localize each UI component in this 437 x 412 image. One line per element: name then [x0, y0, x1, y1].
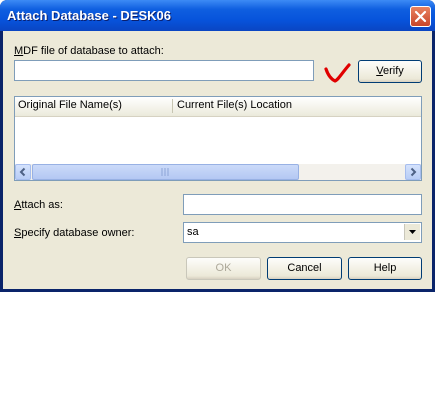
red-check-annotation: [324, 63, 351, 83]
column-original-file-names[interactable]: Original File Name(s): [18, 99, 122, 111]
cancel-button[interactable]: Cancel: [267, 257, 342, 280]
database-owner-value: sa: [187, 226, 199, 238]
grip-icon: [161, 168, 169, 176]
attach-as-label: Attach as:: [14, 199, 63, 211]
list-header: Original File Name(s) Current File(s) Lo…: [15, 97, 421, 117]
column-current-file-location[interactable]: Current File(s) Location: [177, 99, 292, 111]
chevron-left-icon: [19, 167, 26, 177]
mdf-file-input[interactable]: [14, 60, 314, 81]
window-title: Attach Database - DESK06: [7, 8, 171, 23]
help-button[interactable]: Help: [348, 257, 422, 280]
horizontal-scrollbar[interactable]: [15, 164, 421, 180]
scroll-left-button[interactable]: [15, 164, 31, 180]
dialog-body: MDF file of database to attach: Verify O…: [3, 31, 432, 289]
attach-as-input[interactable]: [183, 194, 422, 215]
ok-button[interactable]: OK: [186, 257, 261, 280]
column-separator[interactable]: [172, 99, 173, 113]
x-close-icon: [414, 10, 427, 23]
title-bar[interactable]: Attach Database - DESK06: [0, 0, 435, 31]
mdf-file-label: MDF file of database to attach:: [14, 45, 164, 57]
database-files-list[interactable]: Original File Name(s) Current File(s) Lo…: [14, 96, 422, 181]
close-button[interactable]: [410, 6, 431, 27]
verify-button[interactable]: Verify: [358, 60, 422, 83]
database-owner-select[interactable]: sa: [183, 222, 422, 243]
chevron-down-icon: [409, 230, 416, 234]
chevron-right-icon: [410, 167, 417, 177]
database-owner-label: Specify database owner:: [14, 227, 135, 239]
attach-database-dialog: Attach Database - DESK06 MDF file of dat…: [0, 0, 435, 292]
scroll-thumb[interactable]: [32, 164, 299, 180]
dropdown-button[interactable]: [404, 224, 420, 240]
scroll-right-button[interactable]: [405, 164, 421, 180]
